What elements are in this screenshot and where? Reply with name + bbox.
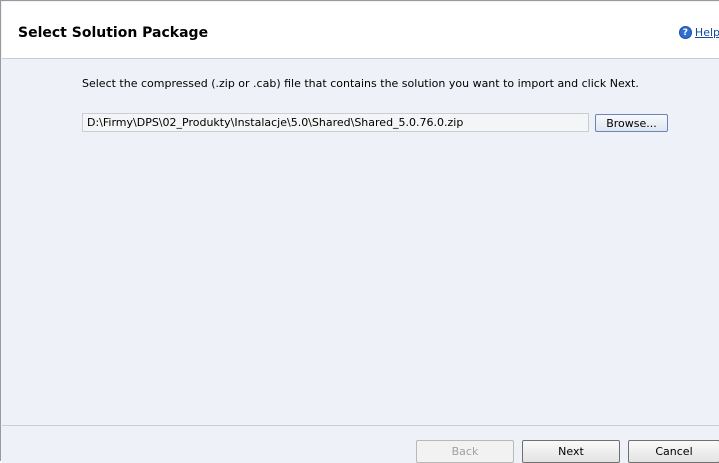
browse-button[interactable]: Browse... <box>595 114 668 132</box>
back-button[interactable]: Back <box>416 440 514 463</box>
help-icon: ? <box>678 26 692 39</box>
import-solution-dialog: Select Solution Package ? Help Select th… <box>0 0 719 463</box>
dialog-header: Select Solution Package ? Help <box>2 2 719 59</box>
next-button[interactable]: Next <box>522 440 620 463</box>
help-link[interactable]: ? Help <box>678 26 719 39</box>
instruction-text: Select the compressed (.zip or .cab) fil… <box>82 77 639 90</box>
dialog-body: Select the compressed (.zip or .cab) fil… <box>2 59 719 425</box>
page-title: Select Solution Package <box>18 25 209 41</box>
help-label: Help <box>694 26 719 39</box>
dialog-footer: Back Next Cancel <box>2 425 719 463</box>
file-path-field[interactable]: D:\Firmy\DPS\02_Produkty\Instalacje\5.0\… <box>82 113 589 132</box>
cancel-button[interactable]: Cancel <box>628 440 719 463</box>
